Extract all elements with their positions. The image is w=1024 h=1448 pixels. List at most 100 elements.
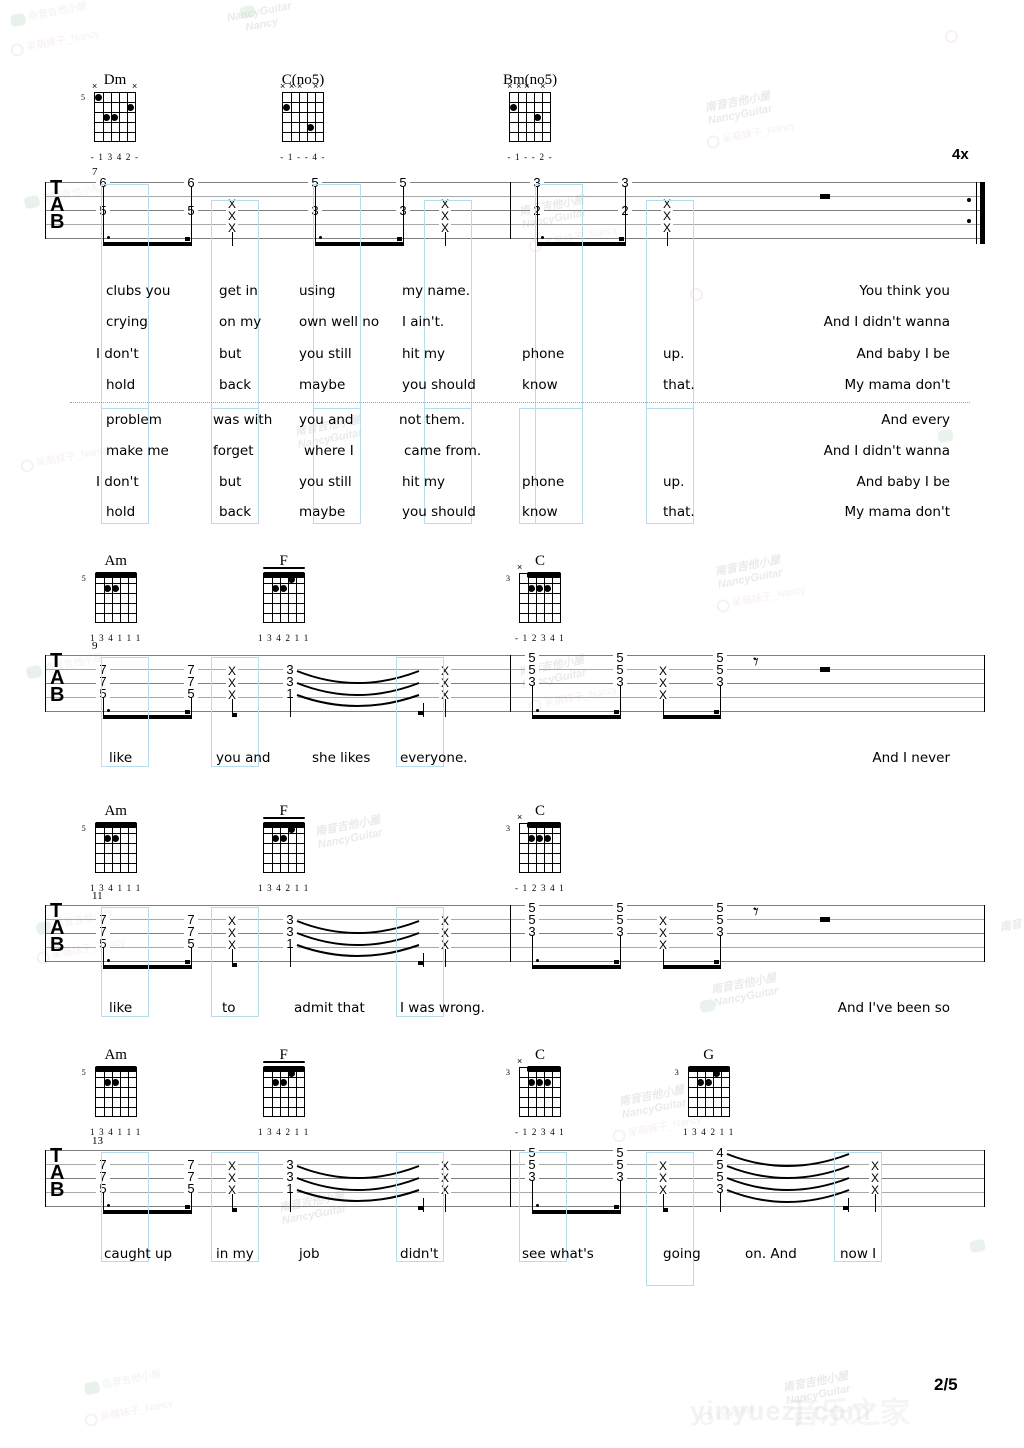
tab-letter-b: B (50, 684, 65, 706)
lyric-cell: using (299, 283, 336, 299)
mute-row: × × × × (505, 82, 555, 92)
fret-position-number: 5 (81, 574, 86, 583)
fret-grid (94, 823, 137, 873)
lyric-cell: get in (219, 283, 258, 299)
fretboard-diagram: 5 (82, 822, 141, 881)
fret-grid (519, 823, 561, 873)
barre-bar (687, 1066, 730, 1072)
fret-position-number: 3 (506, 574, 510, 583)
fretboard-diagram (259, 817, 309, 881)
lyric-cell: you still (299, 346, 352, 362)
mute-marker: × (524, 81, 530, 91)
lyric-cell: I don't (96, 346, 139, 362)
chord-name: Am (104, 803, 127, 819)
mute-marker: × (132, 81, 138, 91)
lyric-cell: job (299, 1246, 320, 1262)
mute-marker: × (507, 81, 513, 91)
chord-diagram-am: Am 5 1 3 4 1 1 1 (82, 1047, 141, 1137)
lyric-cell: hit my (402, 474, 446, 490)
lyric-cell: you should (402, 377, 476, 393)
watermark-red-handle (943, 28, 960, 45)
lyric-cell: not them. (399, 412, 465, 428)
open-barre (262, 567, 305, 569)
mute-marker: × (289, 81, 295, 91)
lyric-cell: going (663, 1246, 701, 1262)
mute-marker: × (92, 81, 98, 91)
watermark-nancy: 南音吉他小屋 NancyGuitar (314, 813, 384, 851)
measure-number: 11 (92, 890, 103, 902)
watermark-green-house (936, 428, 955, 444)
page-number: 2/5 (934, 1375, 958, 1394)
lyric-cell: but (219, 346, 242, 362)
chord-diagram-g: G 3 1 3 4 2 1 1 (675, 1047, 734, 1137)
chord-diagram-cno5: C(no5) × × × × - 1 - - 4 - (278, 72, 328, 162)
tab-staff-2: T A B 7 7 5 7 7 5 X X X 3 3 1 X X X 5 5 … (45, 651, 985, 719)
eighth-rest: 𝄾 (753, 899, 759, 924)
watermark-red-handle: 呆萌妹子_Nancy (705, 120, 797, 150)
fret-position-number: 5 (81, 1068, 86, 1077)
lyric-cell: own well no (299, 314, 380, 330)
tab-staff-3: T A B 7 7 5 7 7 5 X X X 3 3 1 X X X 5 5 … (45, 901, 985, 969)
lyric-cell: know (522, 377, 558, 393)
lyric-cell: up. (663, 346, 685, 362)
lyric-cell: on my (219, 314, 262, 330)
barre-bar (262, 822, 305, 828)
lyric-cell: to (222, 1000, 236, 1016)
lyric-cell: you still (299, 474, 352, 490)
watermark-nancy: NancyGuitar Nancy (226, 0, 293, 34)
watermark-red-handle: 呆萌妹子_Nancy (9, 28, 101, 58)
chord-fingering: 1 3 4 2 1 1 (258, 633, 310, 643)
lyric-cell: hold (106, 504, 136, 520)
watermark-nancy: 南音吉他小屋 NancyGuitar (704, 89, 774, 127)
mute-marker: × (297, 81, 303, 91)
lyric-cell: And every (881, 412, 950, 428)
mute-marker: × (517, 812, 523, 822)
chord-diagram-c: C × 3 - 1 2 3 4 1 (506, 553, 565, 643)
watermark-green-house (238, 4, 257, 20)
fretboard-diagram: × 3 (506, 1057, 565, 1125)
fret-grid (94, 573, 137, 623)
lyric-cell: make me (106, 443, 169, 459)
watermark-green-house: 南音吉他小屋 (83, 1369, 163, 1396)
tab-letter-b: B (50, 934, 65, 956)
fret-grid (687, 1067, 730, 1117)
lyric-cell: but (219, 474, 242, 490)
chord-diagram-f: F 1 3 4 2 1 1 (258, 553, 309, 643)
whole-rest (820, 667, 830, 672)
lyric-cell: My mama don't (844, 377, 950, 393)
tab-letter-b: B (50, 1179, 65, 1201)
chord-name: Am (104, 553, 127, 569)
lyric-cell: problem (106, 412, 162, 428)
mute-marker: × (540, 81, 546, 91)
fretboard-diagram: 3 (675, 1066, 734, 1125)
chord-name: Am (104, 1047, 127, 1063)
lyric-cell: like (109, 750, 133, 766)
barre-bar (527, 572, 561, 578)
lyric-cell: phone (522, 474, 565, 490)
slur-arc (296, 1165, 420, 1202)
lyric-cell: And baby I be (856, 346, 951, 362)
watermark-green-house: 南音吉他小屋 (9, 1, 89, 28)
lyric-cell: hit my (402, 346, 446, 362)
chord-diagram-dm: Dm × × 5 - 1 3 4 2 - (81, 72, 140, 162)
fretboard-diagram: × 3 (506, 563, 565, 631)
chord-fingering: - 1 - - 4 - (280, 152, 326, 162)
barre-bar (94, 1066, 137, 1072)
lyric-cell: like (109, 1000, 133, 1016)
lyric-cell: you should (402, 504, 476, 520)
chord-fingering: - 1 2 3 4 1 (515, 1127, 565, 1137)
barre-bar (94, 572, 137, 578)
fret-grid (262, 823, 305, 873)
tab-letter-b: B (50, 211, 65, 233)
fretboard-diagram (259, 1061, 309, 1125)
lyric-cell: she likes (312, 750, 371, 766)
chord-fingering: - 1 2 3 4 1 (515, 633, 565, 643)
lyric-cell: And I've been so (837, 1000, 950, 1016)
barre-bar (262, 572, 305, 578)
fret-position-number: 3 (506, 824, 510, 833)
mute-marker: × (313, 81, 319, 91)
lyric-cell: up. (663, 474, 685, 490)
lyric-cell: My mama don't (844, 504, 950, 520)
chord-diagram-bmno5: Bm(no5) × × × × - 1 - - 2 - (503, 72, 557, 162)
tab-staff-4: T A B 7 7 5 7 7 5 X X X 3 3 1 X X X 5 5 … (45, 1146, 985, 1214)
